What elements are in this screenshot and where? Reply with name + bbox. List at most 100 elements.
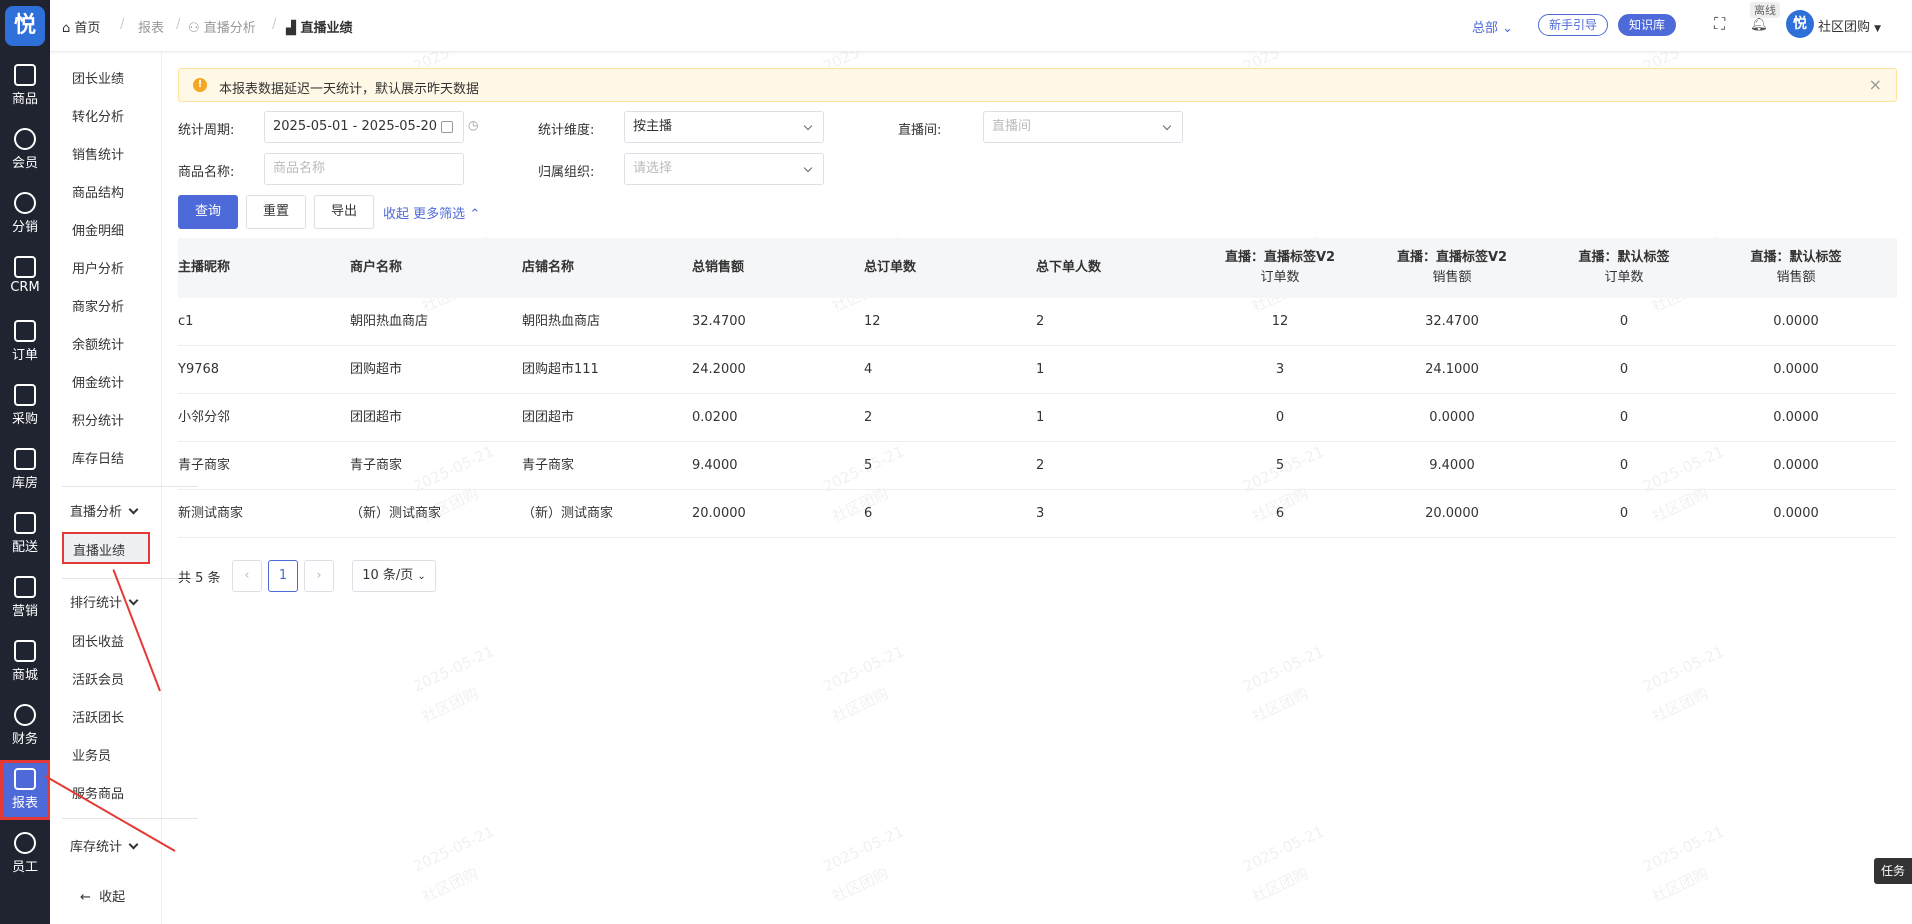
submenu-item[interactable]: 佣金统计	[72, 372, 124, 391]
submenu-item[interactable]: 积分统计	[72, 410, 124, 429]
rail-item-9[interactable]: 商城	[0, 632, 50, 692]
submenu-item-live-performance[interactable]: 直播业绩	[62, 532, 150, 564]
column-header[interactable]: 直播：直播标签V2 订单数	[1194, 238, 1366, 298]
reset-button[interactable]: 重置	[246, 195, 306, 229]
submenu-item[interactable]: 销售统计	[72, 144, 124, 163]
table-row[interactable]: 青子商家 青子商家 青子商家 9.4000 5 2 5 9.4000 0 0.0000	[178, 442, 1897, 490]
period-range-picker[interactable]: 2025-05-01 - 2025-05-20	[264, 111, 464, 143]
collapse-menu-button[interactable]: ← 收起	[80, 886, 125, 905]
table-cell: 团团超市	[350, 410, 403, 425]
watermark-org: 社区团购	[1249, 864, 1312, 906]
query-button[interactable]: 查询	[178, 195, 238, 229]
watermark-date: 2025-05-21	[1240, 642, 1327, 696]
rail-item-7[interactable]: 配送	[0, 504, 50, 564]
column-header[interactable]: 总销售额	[692, 238, 744, 298]
table-row[interactable]: c1 朝阳热血商店 朝阳热血商店 32.4700 12 2 12 32.4700 0 0.0000	[178, 298, 1897, 346]
page-1-button[interactable]: 1	[268, 560, 298, 592]
submenu-group-stock[interactable]: 库存统计	[70, 836, 139, 855]
column-header[interactable]: 总订单数	[864, 238, 916, 298]
share-tree-icon	[14, 192, 36, 214]
submenu-item[interactable]: 佣金明细	[72, 220, 124, 239]
submenu-item[interactable]: 余额统计	[72, 334, 124, 353]
next-page-button[interactable]: ›	[304, 560, 334, 592]
submenu-item[interactable]: 业务员	[72, 745, 111, 764]
rail-item-5[interactable]: 采购	[0, 376, 50, 436]
column-header[interactable]: 直播：默认标签 订单数	[1538, 238, 1710, 298]
goods-name-input[interactable]: 商品名称	[264, 153, 464, 185]
submenu-item[interactable]: 用户分析	[72, 258, 124, 277]
column-header[interactable]: 商户名称	[350, 238, 402, 298]
rail-item-8[interactable]: 营销	[0, 568, 50, 628]
submenu-item[interactable]: 活跃会员	[72, 669, 124, 688]
table-cell: 6	[864, 506, 873, 521]
gift-icon	[14, 576, 36, 598]
column-header[interactable]: 主播昵称	[178, 238, 230, 298]
submenu-item[interactable]: 团长收益	[72, 631, 124, 650]
table-cell: （新）测试商家	[522, 506, 614, 521]
submenu-item[interactable]: 活跃团长	[72, 707, 124, 726]
chevron-down-icon	[128, 504, 139, 515]
table-cell: 1	[1036, 362, 1045, 377]
submenu-item[interactable]: 团长业绩	[72, 68, 124, 87]
table-row[interactable]: 新测试商家 （新）测试商家 （新）测试商家 20.0000 6 3 6 20.0000 0 0.0…	[178, 490, 1897, 538]
column-header[interactable]: 总下单人数	[1036, 238, 1101, 298]
dimension-select[interactable]: 按主播	[624, 111, 824, 143]
scope-dropdown[interactable]: 总部 ⌄	[1472, 17, 1513, 36]
notice-text: 本报表数据延迟一天统计，默认展示昨天数据	[219, 82, 480, 97]
watermark-date: 2025-05-21	[820, 822, 907, 876]
knowledge-base-button[interactable]: 知识库	[1618, 14, 1677, 36]
prev-page-button[interactable]: ‹	[232, 560, 262, 592]
clock-icon[interactable]: ◷	[468, 118, 478, 132]
submenu-item[interactable]: 转化分析	[72, 106, 124, 125]
group-stock-label: 库存统计	[70, 840, 123, 855]
task-tab[interactable]: 任务	[1874, 858, 1912, 884]
rail-item-2[interactable]: 分销	[0, 184, 50, 244]
rail-item-12[interactable]: 员工	[0, 824, 50, 884]
chevron-down-icon	[803, 121, 813, 131]
table-cell: 12	[864, 314, 881, 329]
room-select[interactable]: 直播间	[983, 111, 1183, 143]
submenu-item[interactable]: 商品结构	[72, 182, 124, 201]
rail-item-4[interactable]: 订单	[0, 312, 50, 372]
submenu-item[interactable]: 商家分析	[72, 296, 124, 315]
table-cell: 小邻分邻	[178, 410, 231, 425]
guide-button[interactable]: 新手引导	[1538, 14, 1609, 36]
watermark-org: 社区团购	[419, 684, 482, 726]
avatar[interactable]: 悦	[1786, 10, 1814, 38]
table-row[interactable]: Y9768 团购超市 团购超市111 24.2000 4 1 3 24.1000 0 0.0000	[178, 346, 1897, 394]
delay-notice: ! 本报表数据延迟一天统计，默认展示昨天数据 ×	[178, 68, 1897, 102]
rail-item-11[interactable]: 报表	[0, 760, 50, 820]
submenu-item[interactable]: 服务商品	[72, 783, 124, 802]
submenu-group-live[interactable]: 直播分析	[70, 501, 139, 520]
rail-item-6[interactable]: 库房	[0, 440, 50, 500]
rail-item-1[interactable]: 会员	[0, 120, 50, 180]
page-size-select[interactable]: 10 条/页 ⌄	[352, 560, 436, 592]
chevron-down-icon: ⌄	[1502, 21, 1514, 36]
org-switcher[interactable]: 社区团购 ▼	[1818, 16, 1881, 35]
rail-item-3[interactable]: CRM	[0, 248, 50, 308]
column-header[interactable]: 直播：默认标签 销售额	[1710, 238, 1882, 298]
chevron-up-icon: ⌃	[469, 207, 481, 222]
offline-badge: 离线	[1750, 2, 1780, 18]
breadcrumb-reports[interactable]: 报表	[138, 17, 164, 36]
toggle-filters-link[interactable]: 收起 更多筛选 ⌃	[383, 203, 480, 222]
submenu-item[interactable]: 库存日结	[72, 448, 124, 467]
column-header[interactable]: 直播：直播标签V2 销售额	[1366, 238, 1538, 298]
watermark-org: 社区团购	[1649, 684, 1712, 726]
table-cell: 9.4000	[692, 458, 738, 473]
table-row[interactable]: 小邻分邻 团团超市 团团超市 0.0200 2 1 0 0.0000 0 0.0000	[178, 394, 1897, 442]
rail-item-0[interactable]: 商品	[0, 56, 50, 116]
table-cell: 0	[1619, 506, 1629, 521]
rail-item-label: 库房	[11, 476, 38, 491]
rail-item-10[interactable]: 财务	[0, 696, 50, 756]
org-select[interactable]: 请选择	[624, 153, 824, 185]
fullscreen-icon[interactable]: ⛶	[1714, 14, 1725, 34]
export-button[interactable]: 导出	[314, 195, 374, 229]
column-header[interactable]: 店铺名称	[522, 238, 574, 298]
breadcrumb-live[interactable]: ⚇ 直播分析	[188, 17, 256, 36]
table-cell: 青子商家	[350, 458, 403, 473]
breadcrumb-home[interactable]: ⌂ 首页	[62, 17, 100, 36]
table-cell: 4	[864, 362, 873, 377]
close-icon[interactable]: ×	[1869, 75, 1882, 94]
bell-icon[interactable]: 🔔︎	[1750, 16, 1768, 32]
